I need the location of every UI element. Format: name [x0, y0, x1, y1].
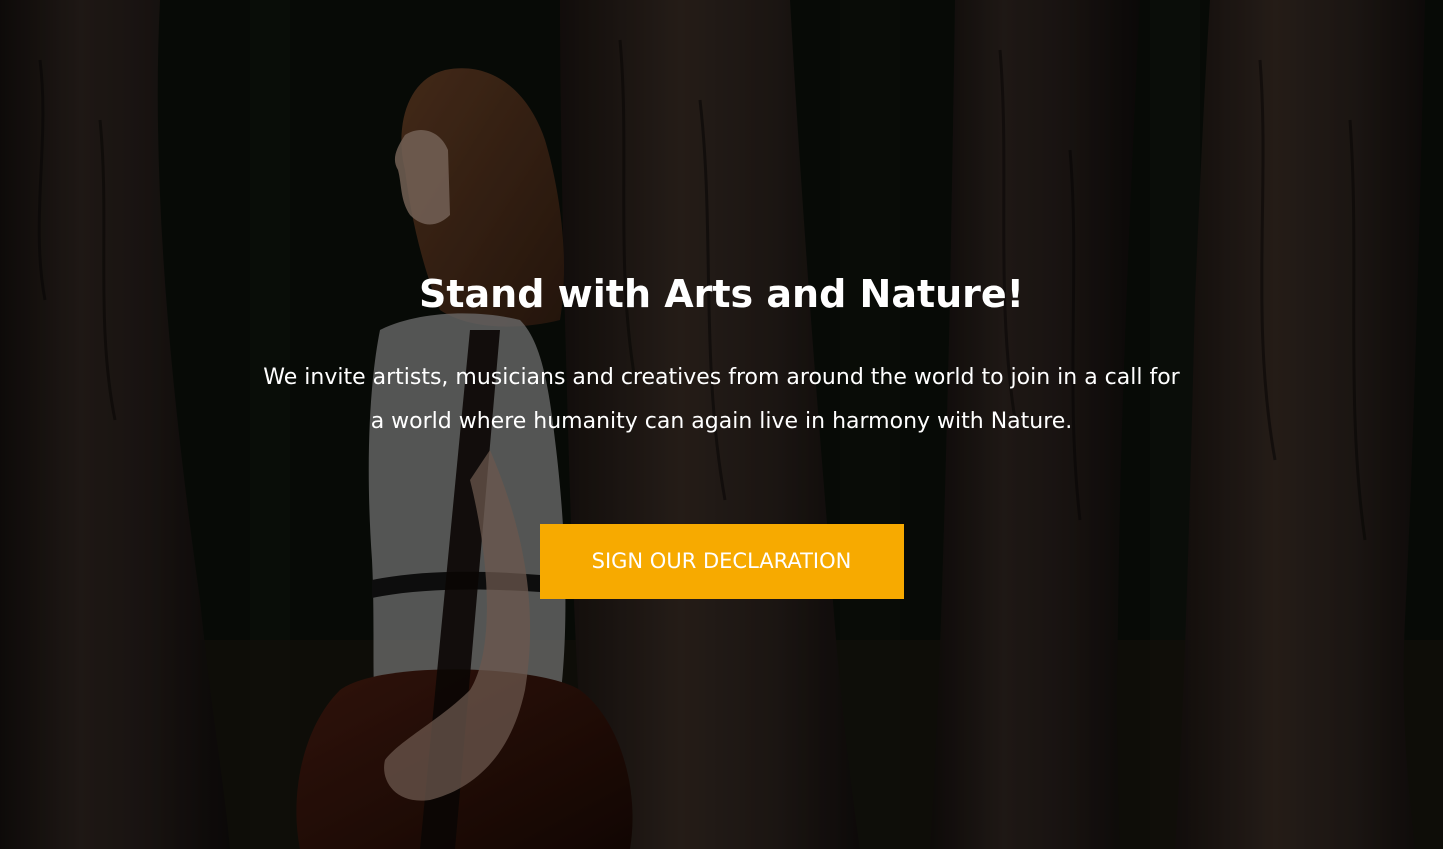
hero-section: Stand with Arts and Nature! We invite ar… [0, 0, 1443, 849]
hero-content: Stand with Arts and Nature! We invite ar… [0, 262, 1443, 599]
hero-headline: Stand with Arts and Nature! [418, 272, 1025, 316]
sign-declaration-button[interactable]: SIGN OUR DECLARATION [539, 524, 904, 599]
hero-subtext: We invite artists, musicians and creativ… [263, 365, 1180, 434]
